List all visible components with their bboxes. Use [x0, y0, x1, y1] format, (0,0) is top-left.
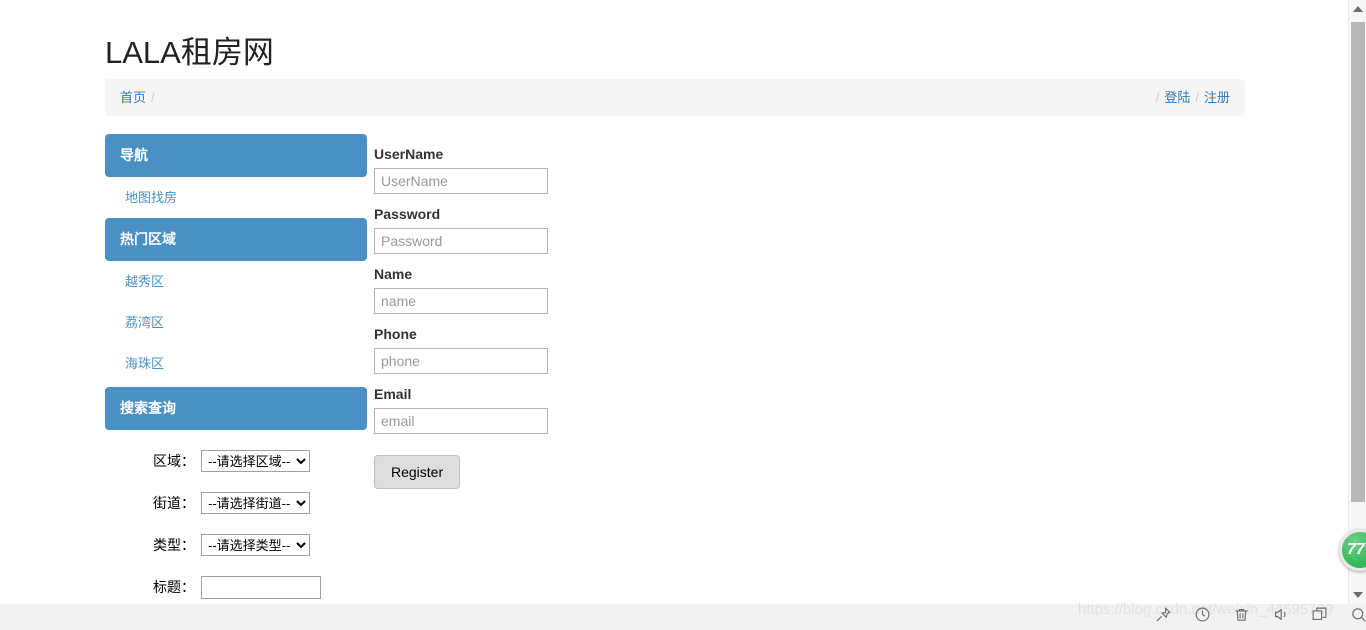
sidebar-item-haizhu[interactable]: 海珠区 [105, 343, 367, 384]
username-label: UserName [374, 146, 444, 162]
search-query-form: 区域： --请选择区域-- 街道： --请选择街道-- 类型： --请选择类型-… [105, 440, 367, 604]
email-input[interactable] [374, 408, 548, 434]
sidebar-item-liwan[interactable]: 荔湾区 [105, 302, 367, 343]
area-select[interactable]: --请选择区域-- [201, 450, 310, 472]
page-title: LALA租房网 [105, 34, 274, 70]
search-row-area: 区域： --请选择区域-- [105, 440, 367, 482]
search-row-type: 类型： --请选择类型-- [105, 524, 367, 566]
breadcrumb-left: 首页 / [120, 88, 160, 107]
name-label: Name [374, 266, 413, 282]
scroll-up-button[interactable] [1349, 0, 1366, 18]
street-label: 街道： [153, 495, 195, 511]
window-icon[interactable] [1311, 606, 1328, 623]
sidebar: 导航 地图找房 热门区域 越秀区 荔湾区 海珠区 搜索查询 [105, 134, 367, 430]
form-group-password: Password [374, 204, 674, 254]
sidebar-item-yuexiu[interactable]: 越秀区 [105, 261, 367, 302]
breadcrumb-separator: / [151, 90, 155, 105]
form-group-phone: Phone [374, 324, 674, 374]
chevron-up-icon [1353, 6, 1363, 12]
compass-icon[interactable] [1194, 606, 1211, 623]
type-select[interactable]: --请选择类型-- [201, 534, 310, 556]
title-input[interactable] [201, 575, 321, 599]
tray-icon-group [1155, 606, 1366, 623]
sidebar-header-hot-areas[interactable]: 热门区域 [105, 218, 367, 261]
pin-icon[interactable] [1155, 606, 1172, 623]
scroll-down-button[interactable] [1349, 586, 1366, 604]
search-row-street: 街道： --请选择街道-- [105, 482, 367, 524]
breadcrumb-separator-2: / [1155, 90, 1160, 105]
street-select[interactable]: --请选择街道-- [201, 492, 310, 514]
phone-label: Phone [374, 326, 417, 342]
form-group-name: Name [374, 264, 674, 314]
search-icon[interactable] [1350, 606, 1366, 623]
page-content: LALA租房网 首页 / / 登陆 / 注册 导航 地图找房 热门区域 越秀区 荔湾区 … [0, 0, 1348, 604]
form-group-email: Email [374, 384, 674, 434]
title-label: 标题： [153, 579, 195, 595]
register-link[interactable]: 注册 [1204, 90, 1230, 105]
area-label: 区域： [153, 453, 195, 469]
speaker-icon[interactable] [1272, 606, 1289, 623]
sidebar-header-search-query[interactable]: 搜索查询 [105, 387, 367, 430]
email-label: Email [374, 386, 412, 402]
form-group-username: UserName [374, 144, 674, 194]
breadcrumb-item-home[interactable]: 首页 [120, 90, 146, 105]
scrollbar-thumb[interactable] [1351, 22, 1365, 502]
chevron-down-icon [1353, 592, 1363, 598]
register-form: UserName Password Name Phone Email Regis… [374, 144, 674, 489]
password-label: Password [374, 206, 441, 222]
search-row-title: 标题： [105, 566, 367, 604]
type-label: 类型： [153, 537, 195, 553]
name-input[interactable] [374, 288, 548, 314]
breadcrumb-right: / 登陆 / 注册 [1151, 88, 1230, 107]
trash-icon[interactable] [1233, 606, 1250, 623]
breadcrumb-separator-3: / [1195, 90, 1199, 105]
breadcrumb: 首页 / / 登陆 / 注册 [105, 79, 1245, 116]
browser-viewport: LALA租房网 首页 / / 登陆 / 注册 导航 地图找房 热门区域 越秀区 荔湾区 … [0, 0, 1366, 630]
phone-input[interactable] [374, 348, 548, 374]
password-input[interactable] [374, 228, 548, 254]
register-submit-button[interactable]: Register [374, 455, 461, 489]
sidebar-item-map-search[interactable]: 地图找房 [105, 177, 367, 218]
username-input[interactable] [374, 168, 548, 194]
sidebar-header-nav[interactable]: 导航 [105, 134, 367, 177]
login-link[interactable]: 登陆 [1164, 90, 1190, 105]
vertical-scrollbar[interactable] [1348, 0, 1366, 604]
